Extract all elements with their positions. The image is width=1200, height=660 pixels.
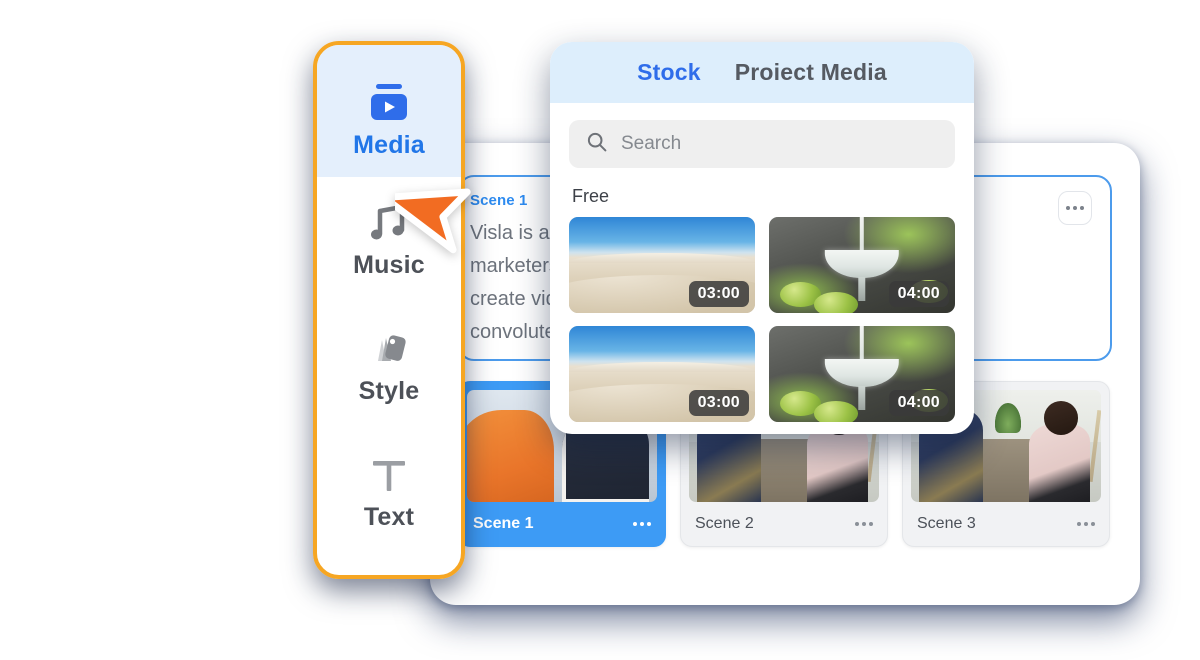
cocktail-glass [824,358,900,388]
glass-stem [858,385,866,411]
sidebar-item-label: Music [353,250,425,279]
pour-stream [859,326,865,363]
dot [862,522,866,526]
person-right-head [1044,401,1079,435]
media-icon [365,81,413,125]
script-scene-label: Scene 1 [470,192,528,209]
popup-tab-bar: Stock Proiect Media [550,42,974,103]
dot [1084,522,1088,526]
tab-stock[interactable]: Stock [637,59,701,86]
text-t-icon [365,453,413,497]
plant [994,403,1022,433]
stock-media-popup: Stock Proiect Media Search Free 03:00 04… [550,42,974,434]
scene-card-footer: Scene 1 [459,502,665,546]
sidebar-item-media[interactable]: Media [317,45,461,177]
dot [869,522,873,526]
sidebar-item-text[interactable]: Text [317,429,461,555]
scene-card-footer: Scene 2 [681,502,887,546]
sidebar-item-label: Style [358,376,420,405]
search-placeholder: Search [621,133,682,154]
pour-stream [859,217,865,254]
dot [1077,522,1081,526]
screenshot-stage: Scene 1 Visla is a platform for digital … [0,0,1200,660]
scene-card-footer: Scene 3 [903,502,1109,546]
dot [633,522,637,526]
stock-media-item[interactable]: 04:00 [769,217,955,313]
scene-card-more-icon[interactable] [633,522,651,526]
scene-card-more-icon[interactable] [855,522,873,526]
sidebar-panel: Media Music Style Text [313,41,465,579]
sidebar-item-label: Media [353,130,425,159]
free-section-label: Free [572,186,610,206]
dot [647,522,651,526]
person-right [1028,423,1090,502]
person-right [806,423,868,502]
scene-card-title: Scene 3 [917,515,976,532]
tab-project-media[interactable]: Proiect Media [735,59,887,86]
stock-media-grid: 03:00 04:00 03:00 04:00 [550,207,974,422]
search-icon [586,131,608,158]
stock-media-item[interactable]: 04:00 [769,326,955,422]
duration-badge: 03:00 [688,281,749,307]
dot [1091,522,1095,526]
dot [1073,206,1077,210]
glass-stem [858,276,866,302]
scene-card-title: Scene 2 [695,515,754,532]
scene-card-title: Scene 1 [473,515,534,532]
dot [1080,206,1084,210]
stock-media-item[interactable]: 03:00 [569,326,755,422]
search-area: Search [550,103,974,168]
sidebar-item-music[interactable]: Music [317,177,461,303]
music-note-icon [365,201,413,245]
duration-badge: 04:00 [888,390,949,416]
dot [640,522,644,526]
lime [813,291,859,313]
duration-badge: 03:00 [688,390,749,416]
style-cards-icon [365,327,413,371]
cocktail-glass [824,249,900,279]
scene-card-more-icon[interactable] [1077,522,1095,526]
lime [813,400,859,422]
dot [1066,206,1070,210]
search-input[interactable]: Search [569,120,955,168]
dot [855,522,859,526]
stock-media-item[interactable]: 03:00 [569,217,755,313]
duration-badge: 04:00 [888,281,949,307]
sidebar-item-label: Text [363,502,415,531]
sidebar-item-style[interactable]: Style [317,303,461,429]
